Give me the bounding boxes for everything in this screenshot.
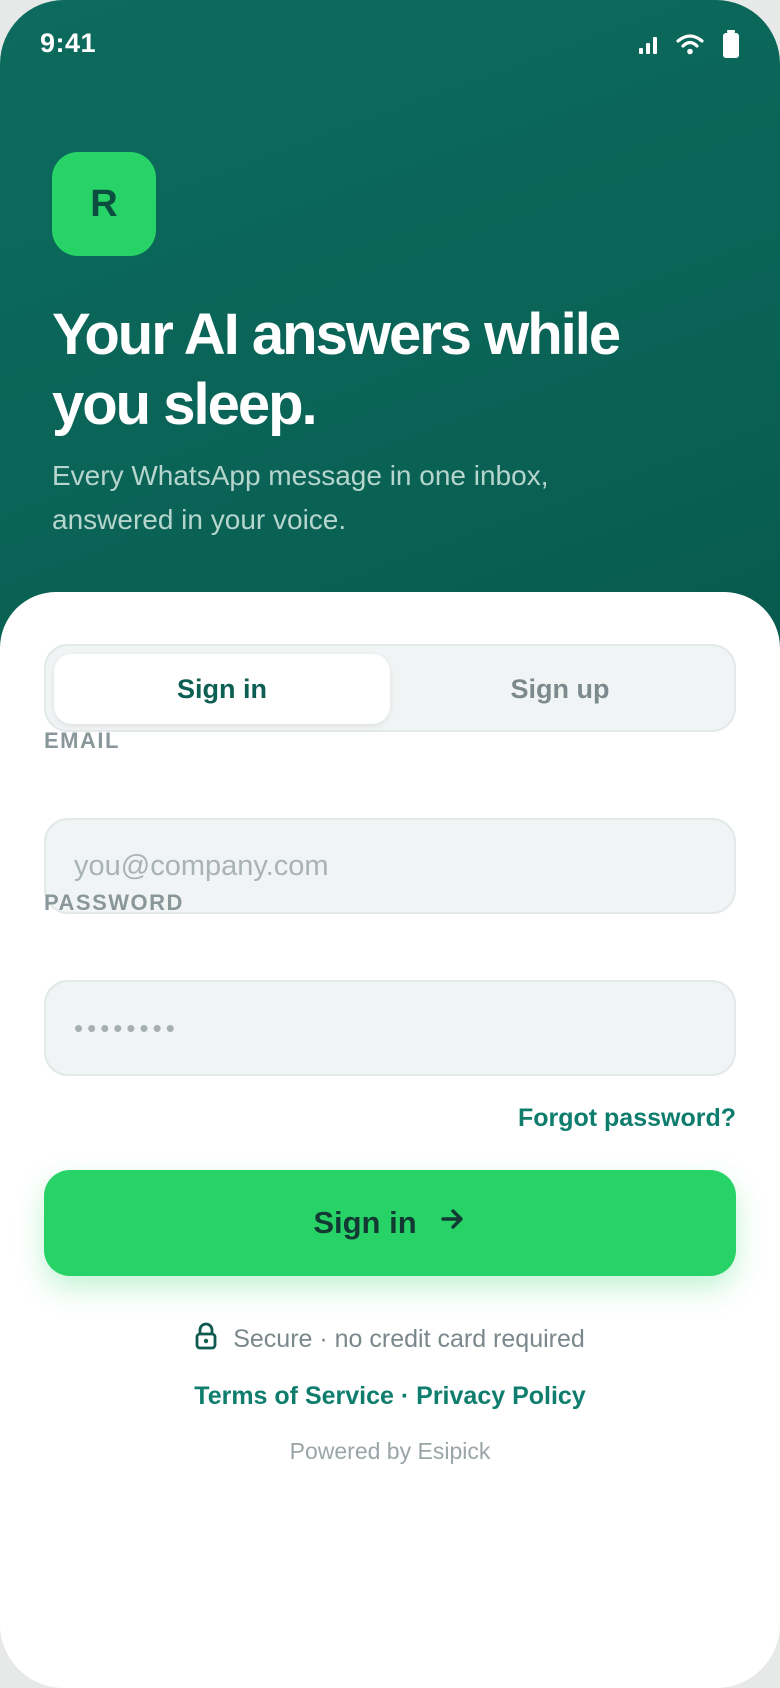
arrow-right-icon	[439, 1205, 467, 1241]
app-logo: R	[52, 152, 156, 256]
tab-sign-in[interactable]: Sign in	[54, 654, 390, 724]
forgot-password-link[interactable]: Forgot password?	[518, 1104, 736, 1133]
secure-note: Secure · no credit card required	[0, 1322, 780, 1357]
legal-links: Terms of Service · Privacy Policy	[0, 1382, 780, 1411]
hero-subheadline: Every WhatsApp message in one inbox, ans…	[52, 460, 549, 535]
hero-section: 9:41 R Your AI answers while you sleep. …	[0, 0, 780, 660]
sign-in-button[interactable]: Sign in	[44, 1170, 736, 1276]
tab-sign-up[interactable]: Sign up	[392, 654, 728, 724]
hero-headline: Your AI answers while you sleep.	[52, 302, 621, 437]
lock-icon	[195, 1322, 217, 1357]
auth-tab-switcher: Sign in Sign up	[44, 644, 736, 732]
privacy-link[interactable]: Privacy Policy	[416, 1382, 586, 1410]
password-label: PASSWORD	[44, 890, 184, 915]
wifi-icon	[676, 33, 704, 60]
terms-link[interactable]: Terms of Service	[194, 1382, 394, 1410]
password-field[interactable]	[44, 980, 736, 1076]
email-label: EMAIL	[44, 728, 120, 753]
status-time: 9:41	[40, 28, 97, 58]
powered-by: Powered by Esipick	[289, 1438, 491, 1464]
sign-in-button-label: Sign in	[313, 1205, 417, 1240]
secure-text: Secure · no credit card required	[233, 1325, 585, 1353]
signal-icon	[638, 34, 658, 59]
battery-icon	[722, 30, 740, 63]
status-icons	[638, 30, 740, 63]
legal-separator: ·	[400, 1382, 410, 1410]
phone-screen: 9:41 R Your AI answers while you sleep. …	[0, 0, 780, 1688]
auth-card: Sign in Sign up EMAIL PASSWORD Forgot pa…	[0, 592, 780, 1688]
